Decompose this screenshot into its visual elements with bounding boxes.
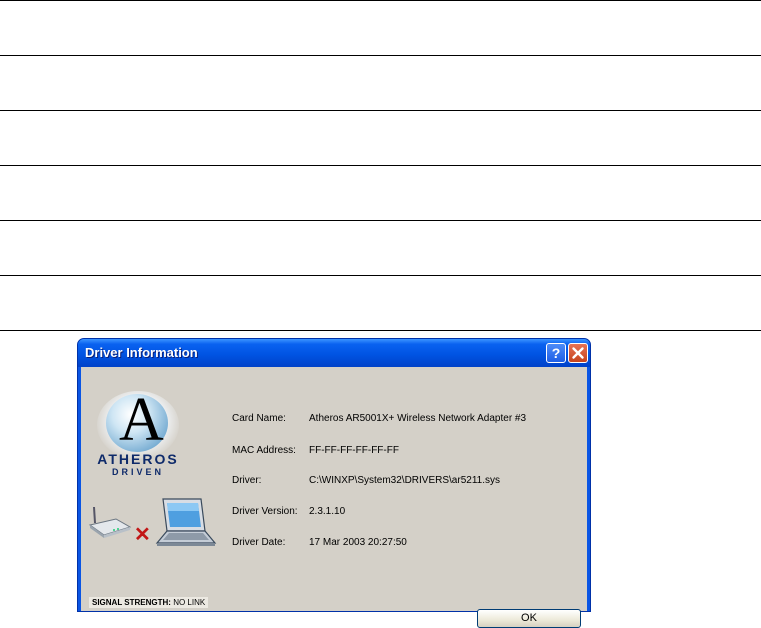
driver-label: Driver: [232, 475, 262, 486]
close-button[interactable] [568, 343, 588, 363]
driver-version-value: 2.3.1.10 [309, 506, 346, 517]
divider-line [0, 330, 761, 331]
signal-strength: SIGNAL STRENGTH: NO LINK [89, 597, 209, 608]
dialog-title: Driver Information [85, 345, 198, 360]
signal-strength-label: SIGNAL STRENGTH: [92, 598, 171, 607]
driver-date-value: 17 Mar 2003 20:27:50 [309, 537, 407, 548]
driver-date-label: Driver Date: [232, 537, 286, 548]
driver-version-label: Driver Version: [232, 506, 298, 517]
router-icon [88, 506, 132, 538]
laptop-icon [155, 498, 217, 546]
signal-strength-value: NO LINK [173, 598, 206, 607]
help-icon: ? [551, 345, 561, 361]
brand-subtitle: DRIVEN [111, 467, 164, 477]
help-button[interactable]: ? [546, 343, 566, 363]
driver-information-dialog: Driver Information ? A ATHEROS DRIVEN ✕ … [77, 338, 591, 628]
divider-line [0, 110, 761, 111]
divider-line [0, 55, 761, 56]
dialog-client-area: A ATHEROS DRIVEN ✕ SIGNAL STRENGTH: NO L… [81, 367, 587, 628]
mac-address-label: MAC Address: [232, 445, 296, 456]
divider-line [0, 0, 761, 1]
driver-path-value: C:\WINXP\System32\DRIVERS\ar5211.sys [309, 475, 500, 486]
logo-letter: A [119, 386, 164, 454]
brand-name: ATHEROS [97, 451, 179, 467]
close-icon [572, 347, 584, 359]
divider-line [0, 165, 761, 166]
dialog-titlebar[interactable]: Driver Information ? [78, 339, 590, 367]
mac-address-value: FF-FF-FF-FF-FF-FF [309, 445, 399, 456]
card-name-label: Card Name: [232, 413, 286, 424]
card-name-value: Atheros AR5001X+ Wireless Network Adapte… [309, 413, 527, 424]
divider-line [0, 220, 761, 221]
divider-line [0, 275, 761, 276]
no-link-icon: ✕ [134, 524, 151, 546]
